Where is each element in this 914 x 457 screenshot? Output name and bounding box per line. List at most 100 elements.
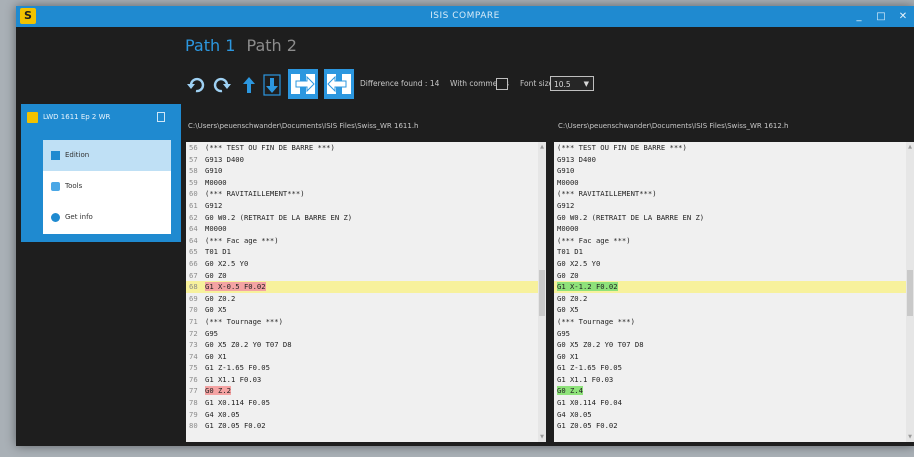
line-number: 58 — [189, 166, 198, 176]
code-line: G1 Z0.05 F0.02 — [554, 420, 906, 432]
line-number: 70 — [189, 305, 198, 315]
code-text: G0 X5 — [205, 305, 227, 315]
code-text: G0 X2.5 Y0 — [205, 258, 249, 268]
code-line: 60 (*** RAVITAILLEMENT***) — [186, 188, 538, 200]
code-line: 67 G0 Z0 — [186, 270, 538, 282]
path-tabs: Path 1 Path 2 — [185, 36, 303, 55]
code-line: G913 D400 — [554, 154, 906, 166]
code-line: 56 (*** TEST OU FIN DE BARRE ***) — [186, 142, 538, 154]
left-scrollbar[interactable]: ▲ ▼ — [538, 142, 546, 442]
code-line: 62 G0 W0.2 (RETRAIT DE LA BARRE EN Z) — [186, 212, 538, 224]
code-text: G0 Z0 — [557, 270, 579, 280]
redo-icon — [213, 77, 231, 93]
line-number: 73 — [189, 340, 198, 350]
next-difference-button[interactable] — [262, 73, 282, 97]
line-number: 79 — [189, 409, 198, 419]
code-line: (*** Fac age ***) — [554, 235, 906, 247]
right-scrollbar-thumb[interactable] — [907, 270, 913, 316]
code-text: T01 D1 — [205, 247, 231, 257]
code-text: G95 — [557, 328, 570, 338]
redo-button[interactable] — [212, 75, 232, 95]
code-text: M0000 — [557, 177, 579, 187]
right-code-pane[interactable]: (*** TEST OU FIN DE BARRE ***) G913 D400 G… — [554, 142, 906, 442]
code-line: 77 G0 Z.2 — [186, 385, 538, 397]
with-comments-checkbox[interactable] — [496, 78, 508, 90]
line-number: 80 — [189, 421, 198, 431]
code-line: 80 G1 Z0.05 F0.02 — [186, 420, 538, 432]
window-title: ISIS COMPARE — [430, 11, 500, 21]
minimize-button[interactable]: _ — [848, 6, 870, 27]
code-text: G4 X0.05 — [205, 409, 240, 419]
maximize-button[interactable]: □ — [870, 6, 892, 27]
sidebar-menu: Edition Tools Get info — [43, 140, 171, 234]
left-code-pane[interactable]: 56 (*** TEST OU FIN DE BARRE ***) 57 G913 D… — [186, 142, 538, 442]
line-number: 69 — [189, 293, 198, 303]
previous-difference-button[interactable] — [240, 75, 258, 95]
code-text: G912 — [557, 200, 575, 210]
sidebar-item-tools[interactable]: Tools — [43, 171, 171, 202]
code-line: G0 Z.4 — [554, 385, 906, 397]
tab-path-1[interactable]: Path 1 — [185, 36, 235, 55]
code-line: 65 T01 D1 — [186, 246, 538, 258]
chevron-down-icon: ▼ — [583, 80, 589, 88]
code-text: G1 X0.114 F0.04 — [557, 398, 622, 408]
code-text: M0000 — [205, 177, 227, 187]
left-file-path: C:\Users\peuenschwander\Documents\ISIS F… — [188, 122, 419, 130]
line-number: 62 — [189, 212, 198, 222]
code-text: (*** Fac age ***) — [557, 235, 631, 245]
right-scrollbar[interactable]: ▲ ▼ — [906, 142, 914, 442]
code-line: M0000 — [554, 177, 906, 189]
code-text: G1 X0.114 F0.05 — [205, 398, 270, 408]
code-line: G0 X2.5 Y0 — [554, 258, 906, 270]
line-number: 57 — [189, 154, 198, 164]
code-line: G1 X1.1 F0.03 — [554, 374, 906, 386]
line-number: 56 — [189, 143, 198, 152]
left-scrollbar-thumb[interactable] — [539, 270, 545, 316]
code-text: G913 D400 — [557, 154, 596, 164]
code-text: G1 Z0.05 F0.02 — [557, 421, 618, 431]
code-text: G1 X1.1 F0.03 — [557, 374, 614, 384]
line-number: 76 — [189, 374, 198, 384]
scroll-up-icon[interactable]: ▲ — [538, 144, 546, 150]
line-number: 60 — [189, 189, 198, 199]
code-text: G1 Z-1.65 F0.05 — [205, 363, 270, 373]
arrow-up-icon — [243, 77, 255, 93]
close-button[interactable]: ✕ — [892, 6, 914, 27]
code-text: G912 — [205, 200, 223, 210]
undo-button[interactable] — [186, 75, 206, 95]
code-text: (*** TEST OU FIN DE BARRE ***) — [557, 143, 687, 152]
code-text: G1 Z0.05 F0.02 — [205, 421, 266, 431]
code-text: G0 X5 — [557, 305, 579, 315]
sidebar-item-edition[interactable]: Edition — [43, 140, 171, 171]
file-icon — [27, 112, 38, 123]
scroll-down-icon[interactable]: ▼ — [538, 434, 546, 440]
code-line: G1 X-1.2 F0.02 — [554, 281, 906, 293]
scroll-down-icon[interactable]: ▼ — [906, 434, 914, 440]
code-line: 70 G0 X5 — [186, 304, 538, 316]
code-line: (*** TEST OU FIN DE BARRE ***) — [554, 142, 906, 154]
tab-path-2[interactable]: Path 2 — [247, 36, 297, 55]
font-size-select[interactable]: 10.5 ▼ — [550, 76, 594, 91]
code-text: G913 D400 — [205, 154, 244, 164]
sidebar-header[interactable]: LWD 1611 Ep 2 WR — [21, 104, 181, 130]
code-line: 78 G1 X0.114 F0.05 — [186, 397, 538, 409]
line-number: 71 — [189, 316, 198, 326]
code-line: 69 G0 Z0.2 — [186, 293, 538, 305]
code-text: G0 X1 — [205, 351, 227, 361]
sidebar-item-label: Tools — [65, 182, 83, 190]
code-text: G0 X2.5 Y0 — [557, 258, 601, 268]
code-line: 64 (*** Fac age ***) — [186, 235, 538, 247]
app-window: S ISIS COMPARE _ □ ✕ Path 1 Path 2 Diffe… — [16, 6, 914, 446]
copy-to-left-button[interactable] — [324, 69, 354, 99]
code-text: G1 X-1.2 F0.02 — [557, 282, 618, 292]
sidebar-item-get-info[interactable]: Get info — [43, 202, 171, 233]
code-text: (*** RAVITAILLEMENT***) — [557, 189, 657, 199]
line-number: 75 — [189, 363, 198, 373]
scroll-up-icon[interactable]: ▲ — [906, 144, 914, 150]
code-text: G0 X5 Z0.2 Y0 T07 D8 — [205, 340, 292, 350]
code-text: (*** TEST OU FIN DE BARRE ***) — [205, 143, 335, 152]
line-number: 64 — [189, 235, 198, 245]
code-text: G4 X0.05 — [557, 409, 592, 419]
trash-icon[interactable] — [157, 112, 165, 122]
copy-to-right-button[interactable] — [288, 69, 318, 99]
